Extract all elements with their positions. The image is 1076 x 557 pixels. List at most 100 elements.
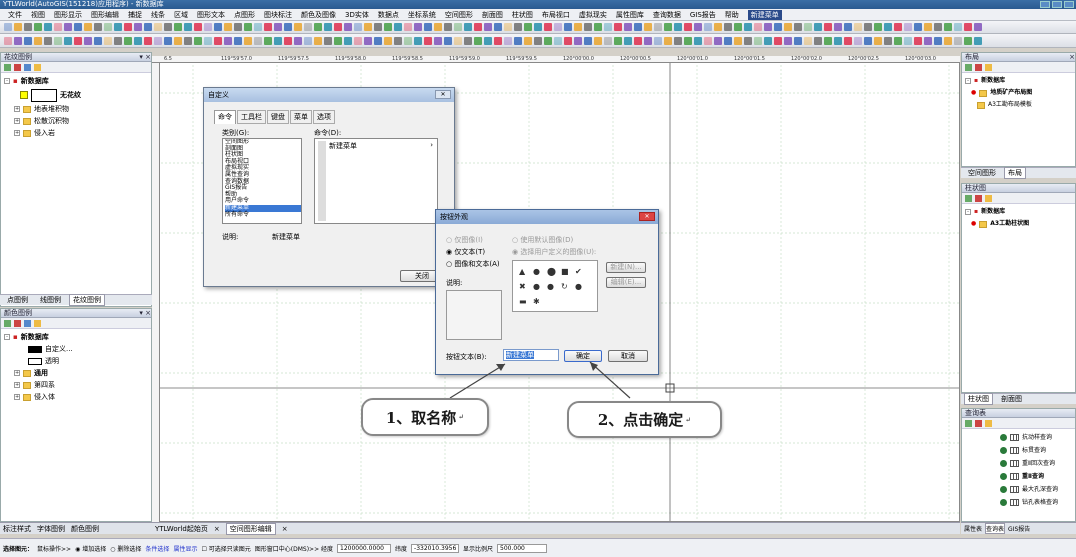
menu-item[interactable]: 查询数据 [653,10,681,20]
tool-button-icon[interactable] [164,36,172,45]
tab-start-page[interactable]: YTLWorld起始页 [155,524,208,534]
longitude-field[interactable] [337,543,392,553]
tool-button-icon[interactable] [224,36,232,45]
tool-button-icon[interactable] [854,23,862,31]
tool-button-icon[interactable] [794,36,802,45]
menu-item[interactable]: 坐标系统 [408,10,436,20]
tool-button-icon[interactable] [664,23,672,31]
tool-button-icon[interactable] [154,36,162,45]
list-item[interactable]: ● 地质矿产布局图 [965,87,1072,99]
tab-attribute-table[interactable]: 属性表 [964,524,982,533]
button-text-input[interactable]: 新建菜单 [503,349,559,361]
tool-button-icon[interactable] [744,36,752,45]
tool-button-icon[interactable] [424,36,432,45]
tool-button-icon[interactable] [904,36,912,45]
list-item[interactable]: + 地表堆积物 [4,103,148,115]
tool-button-icon[interactable] [624,36,632,45]
tool-button-icon[interactable] [274,36,282,45]
command-list[interactable]: 新建菜单 › [314,138,438,224]
tool-button-icon[interactable] [794,23,802,31]
tool-button-icon[interactable] [374,23,382,31]
tool-button-icon[interactable] [634,36,642,45]
tool-button-icon[interactable] [644,36,652,45]
close-icon[interactable]: ✕ [435,90,451,99]
tool-button-icon[interactable] [34,36,42,45]
menu-item[interactable]: 布局视口 [542,10,570,20]
menu-item[interactable]: 数据点 [378,10,399,20]
menu-item[interactable]: 图块标注 [264,10,292,20]
tool-button-icon[interactable] [604,23,612,31]
refresh-icon[interactable] [4,319,11,327]
tool-button-icon[interactable] [814,36,822,45]
tool-button-icon[interactable] [874,36,882,45]
tool-button-icon[interactable] [264,23,272,31]
expand-icon[interactable]: + [14,370,20,376]
tool-button-icon[interactable] [174,23,182,31]
tool-button-icon[interactable] [844,23,852,31]
expand-icon[interactable]: + [14,130,20,136]
tool-button-icon[interactable] [4,36,12,45]
close-icon[interactable]: ✕ [639,212,655,221]
tool-button-icon[interactable] [624,23,632,31]
tool-button-icon[interactable] [374,36,382,45]
menu-item[interactable]: 图形文本 [197,10,225,20]
tool-button-icon[interactable] [344,36,352,45]
tool-button-icon[interactable] [674,23,682,31]
tool-button-icon[interactable] [634,23,642,31]
tool-button-icon[interactable] [334,36,342,45]
tool-button-icon[interactable] [94,36,102,45]
tool-button-icon[interactable] [184,36,192,45]
tool-button-icon[interactable] [944,36,952,45]
tool-button-icon[interactable] [604,36,612,45]
new-image-button[interactable]: 新建(N)... [606,262,646,273]
tree-root[interactable]: - ▪ 新数据库 [965,206,1072,218]
tool-button-icon[interactable] [764,23,772,31]
button-image-icon[interactable]: ✔ [575,267,582,276]
tool-button-icon[interactable] [704,36,712,45]
tool-button-icon[interactable] [934,23,942,31]
tool-button-icon[interactable] [924,23,932,31]
close-button[interactable] [1064,1,1074,8]
refresh-icon[interactable] [965,63,972,71]
button-image-icon[interactable]: ⬤ [547,267,556,276]
menu-item[interactable]: GIS报告 [690,10,716,20]
tool-button-icon[interactable] [724,23,732,31]
tool-button-icon[interactable] [494,23,502,31]
tool-button-icon[interactable] [434,36,442,45]
menu-item[interactable]: 颜色及图像 [301,10,336,20]
tool-button-icon[interactable] [364,36,372,45]
tool-button-icon[interactable] [194,23,202,31]
tool-button-icon[interactable] [384,36,392,45]
folder-icon[interactable] [985,63,992,71]
tool-button-icon[interactable] [434,23,442,31]
tool-button-icon[interactable] [84,23,92,31]
tool-button-icon[interactable] [484,36,492,45]
tool-button-icon[interactable] [714,23,722,31]
tool-button-icon[interactable] [414,36,422,45]
tab-layout[interactable]: 布局 [1004,167,1026,179]
tool-button-icon[interactable] [234,23,242,31]
tool-button-icon[interactable] [214,23,222,31]
tool-button-icon[interactable] [594,36,602,45]
button-image-icon[interactable]: ● [533,267,540,276]
tool-button-icon[interactable] [464,36,472,45]
tool-button-icon[interactable] [544,23,552,31]
tool-button-icon[interactable] [674,36,682,45]
tool-button-icon[interactable] [244,36,252,45]
tool-button-icon[interactable] [964,36,972,45]
expand-icon[interactable]: + [14,106,20,112]
tool-button-icon[interactable] [414,23,422,31]
button-image-icon[interactable]: ● [575,282,582,291]
list-item[interactable]: + 侵入体 [4,391,148,403]
tool-button-icon[interactable] [444,36,452,45]
folder-icon[interactable] [34,63,41,71]
expand-icon[interactable]: + [14,382,20,388]
tool-button-icon[interactable] [204,23,212,31]
heart-icon[interactable] [14,319,21,327]
tool-button-icon[interactable] [84,36,92,45]
collapse-icon[interactable]: - [4,334,10,340]
ok-button[interactable]: 确定 [564,350,602,362]
tool-button-icon[interactable] [564,23,572,31]
tool-button-icon[interactable] [714,36,722,45]
close-icon[interactable]: × [282,525,288,533]
